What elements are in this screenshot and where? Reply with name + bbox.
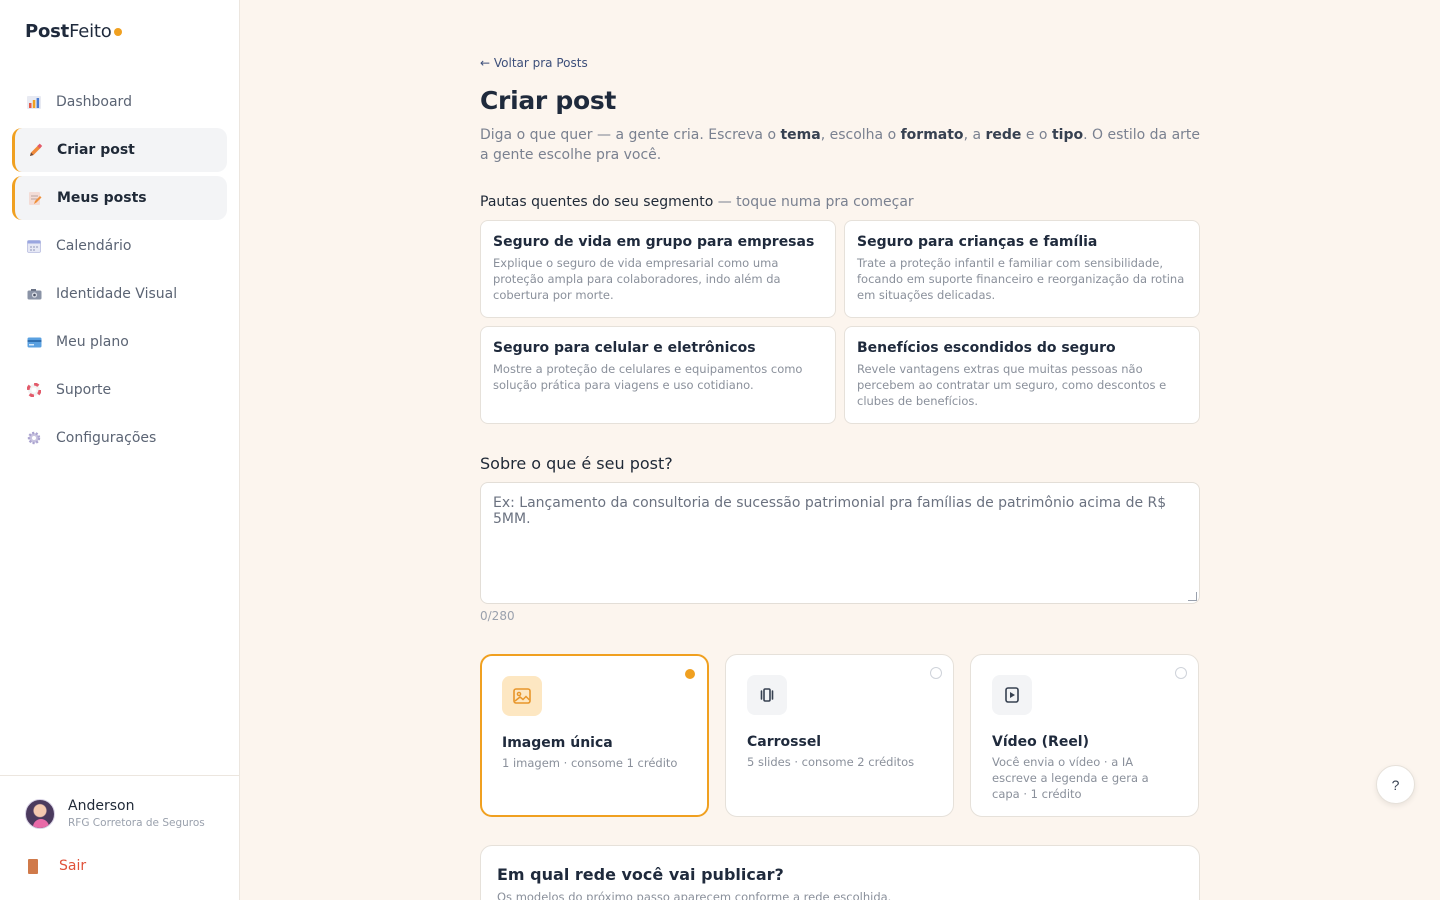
sidebar-item-label: Calendário xyxy=(56,238,132,254)
video-icon xyxy=(992,675,1032,715)
topic-description: Revele vantagens extras que muitas pesso… xyxy=(857,362,1167,408)
sidebar-item-label: Identidade Visual xyxy=(56,286,178,302)
post-topic-textarea[interactable] xyxy=(480,482,1200,604)
sidebar-nav: Dashboard Criar post Meus posts Calendár… xyxy=(12,80,227,464)
bar-chart-icon xyxy=(26,94,42,110)
credit-card-icon xyxy=(26,334,42,350)
format-description: 1 imagem · consome 1 crédito xyxy=(502,756,678,770)
brand-name-light: Feito xyxy=(69,21,112,42)
back-to-posts-link[interactable]: ← Voltar pra Posts xyxy=(480,56,588,70)
page-subtitle: Diga o que quer — a gente cria. Escreva … xyxy=(480,125,1200,165)
format-title: Imagem única xyxy=(502,735,613,751)
character-counter: 0/280 xyxy=(480,609,515,623)
help-button[interactable]: ? xyxy=(1376,765,1415,804)
page-title: Criar post xyxy=(480,86,617,115)
sidebar-item-label: Dashboard xyxy=(56,94,132,110)
brand-logo[interactable]: PostFeito xyxy=(25,21,122,42)
subtitle-text: , a xyxy=(963,127,986,143)
camera-icon xyxy=(26,286,42,302)
topic-description: Mostre a proteção de celulares e equipam… xyxy=(493,362,803,392)
pencil-icon xyxy=(27,142,43,158)
radio-selected-indicator[interactable] xyxy=(685,669,695,679)
topic-title: Benefícios escondidos do seguro xyxy=(857,340,1116,356)
user-profile[interactable]: Anderson RFG Corretora de Seguros xyxy=(25,798,205,829)
topics-label: Pautas quentes do seu segmento xyxy=(480,194,714,210)
sidebar-item-meu-plano[interactable]: Meu plano xyxy=(12,320,227,364)
sidebar-item-label: Meu plano xyxy=(56,334,129,350)
subtitle-text: Diga o que quer — a gente cria. Escreva … xyxy=(480,127,781,143)
post-topic-label: Sobre o que é seu post? xyxy=(480,454,673,473)
sidebar-item-meus-posts[interactable]: Meus posts xyxy=(12,176,227,220)
calendar-icon xyxy=(26,238,42,254)
topic-card[interactable]: Benefícios escondidos do seguro Revele v… xyxy=(844,326,1200,424)
lifebuoy-icon xyxy=(26,382,42,398)
subtitle-emphasis: tema xyxy=(780,127,821,143)
sidebar-item-label: Configurações xyxy=(56,430,157,446)
user-name: Anderson xyxy=(68,798,135,814)
subtitle-emphasis: rede xyxy=(985,127,1022,143)
user-company: RFG Corretora de Seguros xyxy=(68,817,205,829)
format-title: Carrossel xyxy=(747,734,822,750)
format-options: Imagem única 1 imagem · consome 1 crédit… xyxy=(480,654,1200,817)
topics-section-label: Pautas quentes do seu segmento — toque n… xyxy=(480,194,914,210)
door-icon xyxy=(28,858,38,874)
format-option-carousel[interactable]: Carrossel 5 slides · consome 2 créditos xyxy=(725,654,954,817)
avatar xyxy=(25,798,55,829)
topic-card[interactable]: Seguro de vida em grupo para empresas Ex… xyxy=(480,220,836,318)
carousel-icon xyxy=(747,675,787,715)
sidebar-item-label: Meus posts xyxy=(57,190,147,206)
topic-description: Trate a proteção infantil e familiar com… xyxy=(857,256,1185,302)
logout-button[interactable]: Sair xyxy=(25,858,86,874)
brand-name-bold: Post xyxy=(25,21,70,42)
topic-card[interactable]: Seguro para celular e eletrônicos Mostre… xyxy=(480,326,836,424)
logout-label: Sair xyxy=(59,858,87,874)
sidebar-item-label: Suporte xyxy=(56,382,112,398)
network-question: Em qual rede você vai publicar? xyxy=(497,865,784,884)
sidebar-item-calendario[interactable]: Calendário xyxy=(12,224,227,268)
sidebar-item-label: Criar post xyxy=(57,142,135,158)
sidebar-footer: Anderson RFG Corretora de Seguros Sair xyxy=(0,775,240,900)
format-option-image[interactable]: Imagem única 1 imagem · consome 1 crédit… xyxy=(480,654,709,817)
radio-unselected-indicator[interactable] xyxy=(930,667,942,679)
topic-title: Seguro de vida em grupo para empresas xyxy=(493,234,815,250)
subtitle-emphasis: tipo xyxy=(1051,127,1084,143)
topic-description: Explique o seguro de vida empresarial co… xyxy=(493,256,781,302)
resize-handle-icon[interactable] xyxy=(1188,592,1197,601)
post-topic-field-wrapper xyxy=(480,482,1200,604)
gear-icon xyxy=(26,430,42,446)
sidebar-item-dashboard[interactable]: Dashboard xyxy=(12,80,227,124)
subtitle-text: , escolha o xyxy=(820,127,901,143)
topics-hint: — toque numa pra começar xyxy=(713,194,914,210)
format-option-video[interactable]: Vídeo (Reel) Você envia o vídeo · a IA e… xyxy=(970,654,1199,817)
user-info: Anderson RFG Corretora de Seguros xyxy=(68,798,205,829)
format-title: Vídeo (Reel) xyxy=(992,734,1090,750)
topic-title: Seguro para celular e eletrônicos xyxy=(493,340,756,356)
radio-unselected-indicator[interactable] xyxy=(1175,667,1187,679)
topic-suggestions: Seguro de vida em grupo para empresas Ex… xyxy=(480,220,1200,424)
topic-card[interactable]: Seguro para crianças e família Trate a p… xyxy=(844,220,1200,318)
sidebar-item-identidade-visual[interactable]: Identidade Visual xyxy=(12,272,227,316)
format-description: 5 slides · consome 2 créditos xyxy=(747,755,915,769)
topic-title: Seguro para crianças e família xyxy=(857,234,1098,250)
sidebar-item-suporte[interactable]: Suporte xyxy=(12,368,227,412)
brand-dot-icon xyxy=(113,28,122,36)
memo-icon xyxy=(27,190,43,206)
sidebar-item-criar-post[interactable]: Criar post xyxy=(12,128,227,172)
subtitle-emphasis: formato xyxy=(900,127,964,143)
sidebar: PostFeito Dashboard Criar post Meus post… xyxy=(0,0,240,900)
subtitle-text: e o xyxy=(1021,127,1052,143)
image-icon xyxy=(502,676,542,716)
network-description: Os modelos do próximo passo aparecem con… xyxy=(497,890,892,900)
network-selection-card: Em qual rede você vai publicar? Os model… xyxy=(480,845,1200,900)
sidebar-item-configuracoes[interactable]: Configurações xyxy=(12,416,227,460)
format-description: Você envia o vídeo · a IA escreve a lege… xyxy=(992,755,1149,801)
